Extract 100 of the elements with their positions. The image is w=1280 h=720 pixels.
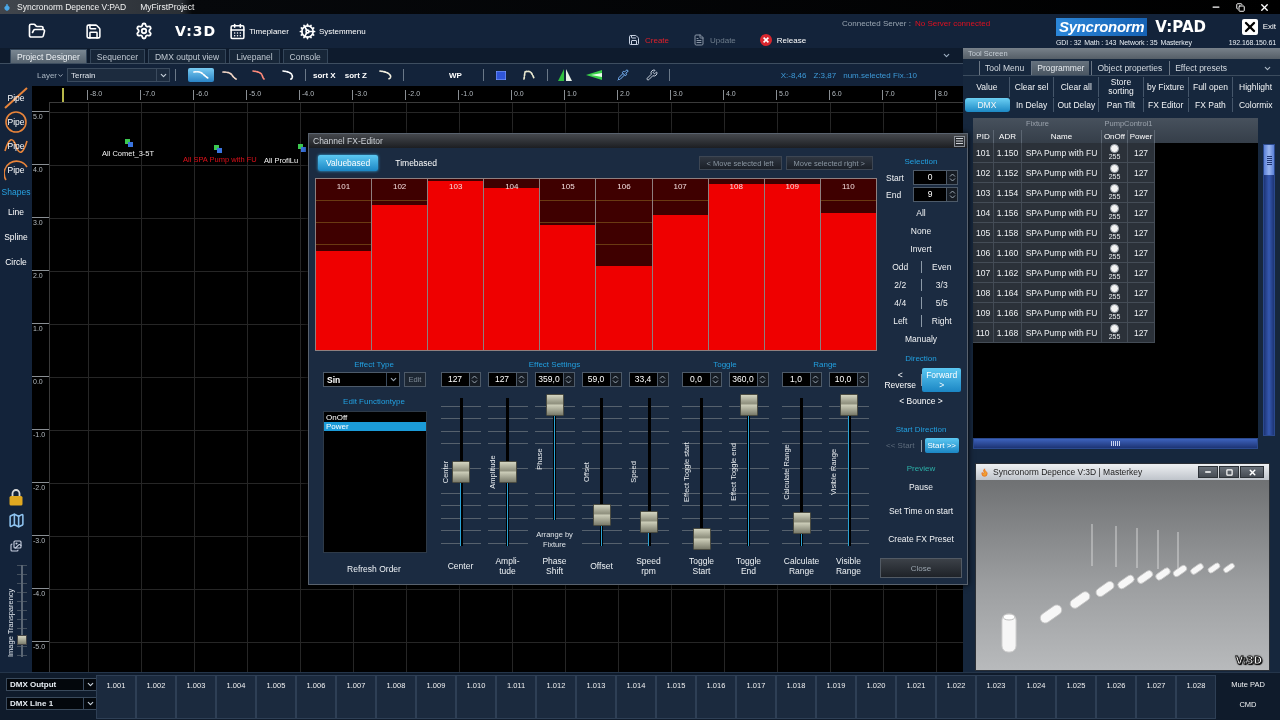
tab[interactable]: Object properties <box>1091 61 1168 75</box>
tab[interactable]: Livepanel <box>229 49 280 63</box>
layer-dropdown[interactable]: Terrain <box>67 68 170 82</box>
close-dialog-button[interactable]: Close <box>880 558 962 578</box>
preview-action-button[interactable]: Create FX Preset <box>886 534 956 544</box>
effect-bar-track[interactable]: 108 <box>707 179 764 350</box>
tab[interactable]: Sequencer <box>89 49 145 63</box>
save-icon[interactable] <box>85 22 102 40</box>
mode-tab[interactable]: Timebased <box>387 155 445 171</box>
shape-tool-button[interactable]: Line <box>7 199 25 224</box>
programmer-button[interactable]: Out Delay <box>1054 98 1100 112</box>
preview-action-button[interactable]: Pause <box>906 482 936 492</box>
effect-bar-track[interactable]: 101 <box>316 179 372 350</box>
dmx-line-select[interactable]: DMX Line 1 <box>6 697 97 710</box>
select-option-button[interactable]: Odd <box>890 262 911 272</box>
fader-thumb[interactable] <box>592 503 611 526</box>
fader-thumb[interactable] <box>739 394 758 416</box>
effect-bar-track[interactable]: 109 <box>763 179 820 350</box>
slider-thumb[interactable] <box>16 634 27 645</box>
spin-arrows-icon[interactable] <box>612 375 619 384</box>
list-item[interactable]: OnOff <box>324 413 426 422</box>
select-option-button[interactable]: 4/4 <box>892 298 909 308</box>
programmer-button[interactable]: FX Editor <box>1143 98 1189 112</box>
tab[interactable]: Programmer <box>1031 61 1090 75</box>
tool-button[interactable]: sort X <box>310 68 339 82</box>
programmer-button[interactable]: Store sorting <box>1099 77 1144 97</box>
spin-arrows-icon[interactable] <box>659 375 666 384</box>
programmer-button[interactable]: Clear sel <box>1009 77 1055 97</box>
select-option-button[interactable]: Right <box>929 316 954 326</box>
exit-button[interactable]: Exit <box>1241 18 1276 35</box>
action-button[interactable]: Release <box>759 34 807 46</box>
select-option-button[interactable]: All <box>914 208 928 218</box>
number-field[interactable]: 33,4 <box>628 372 669 387</box>
direction-button[interactable]: < Reverse <box>880 368 921 392</box>
fader-thumb[interactable] <box>792 511 811 534</box>
select-option-button[interactable]: Invert <box>908 244 934 254</box>
select-option-button[interactable]: Left <box>891 316 910 326</box>
spin-arrows-icon[interactable] <box>759 375 766 384</box>
effect-type-select[interactable]: Sin <box>323 372 400 387</box>
preview-action-button[interactable]: Set Time on start <box>886 506 956 516</box>
programmer-button[interactable]: by Fixture <box>1143 77 1189 97</box>
effect-bar-track[interactable]: 110 <box>819 179 876 350</box>
spin-arrows-icon[interactable] <box>565 375 572 384</box>
spin-arrows-icon[interactable] <box>948 173 956 182</box>
fixture-group-icon[interactable] <box>125 139 133 147</box>
number-field[interactable]: 9 <box>913 187 958 202</box>
tab[interactable]: Project Designer <box>10 49 87 63</box>
vertical-scrollbar[interactable] <box>1263 144 1275 436</box>
programmer-button[interactable]: Pan Tilt <box>1099 98 1144 112</box>
menu-button[interactable] <box>954 135 965 147</box>
number-field[interactable]: 127 <box>440 372 481 387</box>
tab[interactable]: DMX output view <box>147 49 227 63</box>
settings-icon[interactable] <box>135 22 153 40</box>
tab[interactable]: Effect presets <box>1169 61 1232 75</box>
spin-arrows-icon[interactable] <box>518 375 525 384</box>
pipe-tool-button[interactable]: Pipe <box>2 158 30 182</box>
number-field[interactable]: 59,0 <box>581 372 622 387</box>
tab[interactable]: Tool Menu <box>979 61 1030 75</box>
spin-arrows-icon[interactable] <box>471 375 478 384</box>
number-field[interactable]: 360,0 <box>728 372 769 387</box>
select-option-button[interactable]: 5/5 <box>933 298 950 308</box>
select-option-button[interactable]: Manualy <box>902 334 940 344</box>
tab[interactable]: Console <box>282 49 328 63</box>
effect-bar-track[interactable]: 102 <box>371 179 428 350</box>
effect-bar-track[interactable]: 107 <box>651 179 708 350</box>
number-field[interactable]: 127 <box>487 372 528 387</box>
fixture-group-icon[interactable] <box>214 145 222 153</box>
programmer-button[interactable]: In Delay <box>1009 98 1055 112</box>
number-field[interactable]: 0 <box>913 170 958 185</box>
programmer-button[interactable]: Value <box>965 77 1010 97</box>
menu-button[interactable]: Systemmenu <box>298 22 366 40</box>
effect-bar-track[interactable]: 105 <box>539 179 596 350</box>
map-icon[interactable] <box>7 512 25 529</box>
programmer-button[interactable]: Full open <box>1188 77 1234 97</box>
fixture-group-icon[interactable] <box>298 144 306 152</box>
fader-thumb[interactable] <box>639 510 658 533</box>
programmer-button[interactable]: Clear all <box>1054 77 1100 97</box>
dmx-output-select[interactable]: DMX Output <box>6 678 97 691</box>
spin-arrows-icon[interactable] <box>712 375 719 384</box>
direction-button[interactable]: < Bounce > <box>895 393 947 409</box>
shape-tool-button[interactable]: Spline <box>4 224 28 249</box>
select-option-button[interactable]: 3/3 <box>933 280 950 290</box>
number-field[interactable]: 359,0 <box>534 372 575 387</box>
programmer-button[interactable]: Highlight <box>1233 77 1278 97</box>
programmer-button[interactable]: FX Path <box>1188 98 1234 112</box>
horizontal-scrollbar[interactable] <box>973 438 1258 449</box>
effect-bar-track[interactable]: 106 <box>595 179 652 350</box>
refresh-order-button[interactable]: Refresh Order <box>347 564 401 574</box>
pictures-icon[interactable] <box>10 540 22 552</box>
select-option-button[interactable]: None <box>908 226 934 236</box>
fader-thumb[interactable] <box>545 394 564 416</box>
fader-thumb[interactable] <box>692 528 711 550</box>
pipe-tool-button[interactable]: Pipe <box>2 110 30 134</box>
tool-button[interactable]: sort Z <box>341 68 370 82</box>
number-field[interactable]: 0,0 <box>681 372 722 387</box>
programmer-button[interactable]: Colormix <box>1233 98 1278 112</box>
fader-thumb[interactable] <box>498 461 517 483</box>
fader-thumb[interactable] <box>839 394 858 416</box>
maximize-button[interactable] <box>1219 466 1239 478</box>
spin-arrows-icon[interactable] <box>948 190 956 199</box>
